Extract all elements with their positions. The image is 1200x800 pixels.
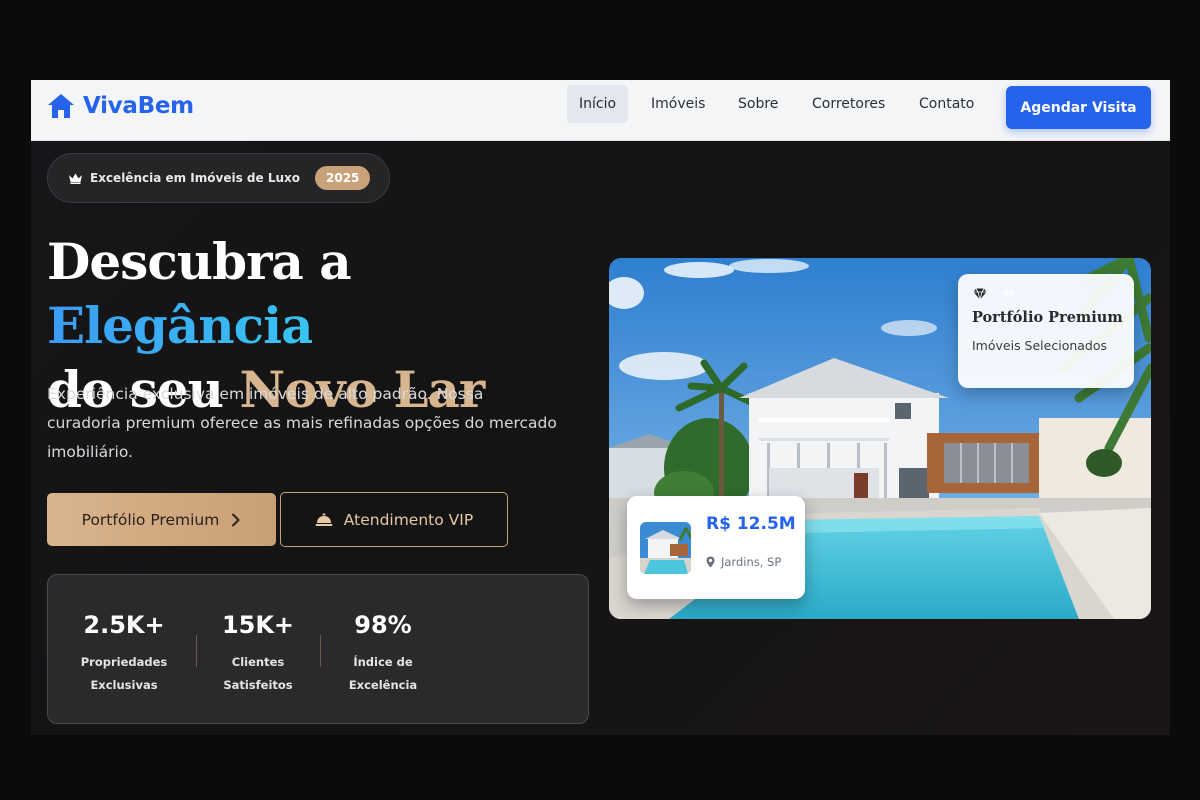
schedule-visit-button[interactable]: Agendar Visita xyxy=(1006,86,1151,129)
stat-label: Propriedades Exclusivas xyxy=(69,651,179,697)
landing-page: VivaBem Início Imóveis Sobre Corretores … xyxy=(31,80,1170,735)
premium-portfolio-card[interactable]: Portfólio Premium Imóveis Selecionados xyxy=(958,274,1134,388)
nav-link-inicio[interactable]: Início xyxy=(567,85,629,123)
navbar: VivaBem Início Imóveis Sobre Corretores … xyxy=(31,80,1170,141)
stat-label-line: Clientes xyxy=(231,655,285,669)
stat-label-line: Excelência xyxy=(348,678,418,692)
stat-label: Índice de Excelência xyxy=(328,651,438,697)
vip-service-label: Atendimento VIP xyxy=(343,510,474,529)
stat-divider xyxy=(196,635,197,667)
nav-link-imoveis[interactable]: Imóveis xyxy=(639,85,717,123)
property-price: R$ 12.5M xyxy=(706,514,796,534)
badge-year: 2025 xyxy=(315,166,371,190)
vip-service-button[interactable]: Atendimento VIP xyxy=(280,492,508,547)
property-location: Jardins, SP xyxy=(706,555,781,569)
concierge-bell-icon xyxy=(315,513,333,526)
stat-divider xyxy=(320,635,321,667)
nav-link-contato[interactable]: Contato xyxy=(907,85,986,123)
brand-name: VivaBem xyxy=(83,93,194,119)
location-text: Jardins, SP xyxy=(721,555,782,569)
home-icon xyxy=(48,94,74,118)
map-pin-icon xyxy=(706,556,715,568)
badge-text: Excelência em Imóveis de Luxo xyxy=(90,171,300,185)
stat-label: Clientes Satisfeitos xyxy=(203,651,313,697)
crown-icon xyxy=(69,173,82,184)
stat-value: 15K+ xyxy=(221,611,295,639)
stat-value: 2.5K+ xyxy=(83,611,165,639)
gem-icon xyxy=(973,288,987,300)
premium-portfolio-button[interactable]: Portfólio Premium xyxy=(47,493,276,546)
stat-properties: 2.5K+ Propriedades Exclusivas xyxy=(69,605,179,697)
stat-excellence: 98% Índice de Excelência xyxy=(328,605,438,697)
stat-value: 98% xyxy=(354,611,412,639)
nav-link-sobre[interactable]: Sobre xyxy=(726,85,790,123)
stat-label-line: Índice de xyxy=(353,655,413,669)
chevron-right-icon xyxy=(232,513,240,526)
premium-card-title: Portfólio Premium xyxy=(972,309,1123,326)
headline-highlight-elegance: Elegância xyxy=(47,296,313,355)
hero-subtext: Experiência exclusiva em imóveis de alto… xyxy=(47,385,557,461)
stats-panel: 2.5K+ Propriedades Exclusivas 15K+ Clien… xyxy=(47,574,589,724)
stat-label-line: Propriedades xyxy=(80,655,168,669)
brand-logo[interactable]: VivaBem xyxy=(47,93,194,119)
property-price-card[interactable]: R$ 12.5M Jardins, SP xyxy=(627,496,805,599)
stat-label-line: Exclusivas xyxy=(90,678,158,692)
premium-portfolio-label: Portfólio Premium xyxy=(81,510,220,529)
nav-link-corretores[interactable]: Corretores xyxy=(800,85,897,123)
stat-clients: 15K+ Clientes Satisfeitos xyxy=(203,605,313,697)
excellence-badge: Excelência em Imóveis de Luxo 2025 xyxy=(47,153,390,203)
premium-card-subtitle: Imóveis Selecionados xyxy=(972,338,1108,353)
stat-label-line: Satisfeitos xyxy=(223,678,293,692)
headline-text-1: Descubra a xyxy=(47,232,352,291)
property-thumbnail xyxy=(640,522,691,574)
